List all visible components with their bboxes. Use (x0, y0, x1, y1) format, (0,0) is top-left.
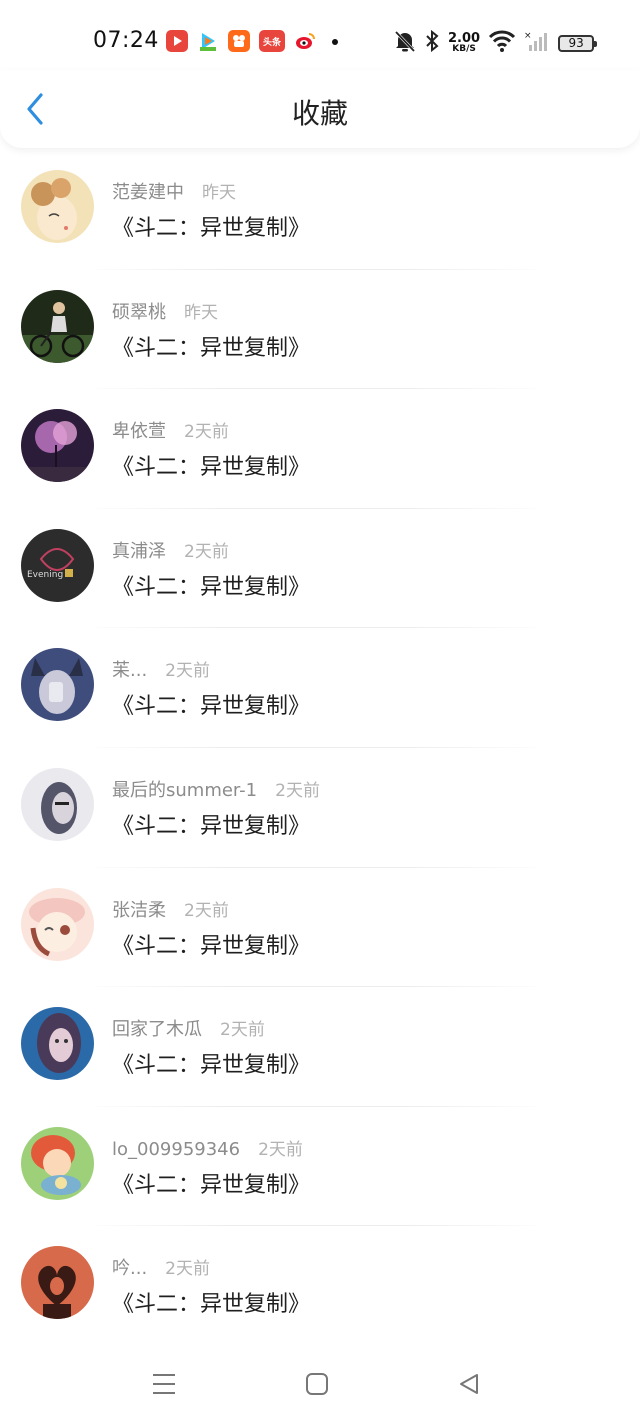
back-triangle-icon (457, 1372, 481, 1400)
list-item[interactable]: 最后的summer-1 2天前 《斗二：异世复制》 (0, 748, 640, 868)
list-item[interactable]: 吟... 2天前 《斗二：异世复制》 (0, 1226, 640, 1346)
user-name[interactable]: 卑依萱 (112, 417, 166, 443)
menu-button[interactable] (146, 1368, 182, 1404)
user-name[interactable]: 吟... (112, 1254, 147, 1280)
notification-dot (332, 39, 338, 45)
item-meta: 最后的summer-1 2天前 (112, 776, 320, 802)
list-item[interactable]: 张洁柔 2天前 《斗二：异世复制》 (0, 868, 640, 988)
home-icon (305, 1372, 329, 1400)
user-name[interactable]: 真浦泽 (112, 537, 166, 563)
avatar[interactable]: Evening (21, 528, 94, 602)
user-name[interactable]: 苿... (112, 656, 147, 682)
favorite-title[interactable]: 《斗二：异世复制》 (112, 808, 310, 840)
network-speed-unit: KB/S (452, 44, 476, 54)
mute-bell-icon (394, 29, 416, 57)
avatar[interactable] (21, 1246, 94, 1320)
item-meta: 硕翠桃 昨天 (112, 298, 218, 324)
item-meta: 卑依萱 2天前 (112, 417, 229, 443)
wifi-icon (488, 29, 516, 57)
svg-text:×: × (524, 31, 532, 41)
bluetooth-icon (424, 29, 440, 57)
time-ago: 2天前 (184, 900, 229, 921)
time-ago: 2天前 (184, 422, 229, 443)
favorite-title[interactable]: 《斗二：异世复制》 (112, 1047, 310, 1079)
battery-level: 93 (568, 36, 584, 50)
menu-icon (151, 1372, 177, 1400)
time-ago: 昨天 (184, 302, 218, 323)
favorite-title[interactable]: 《斗二：异世复制》 (112, 210, 310, 242)
favorites-list: 范姜建中 昨天 《斗二：异世复制》 硕翠桃 昨天 《斗二：异世复制》 卑依萱 2… (0, 150, 640, 1346)
list-item[interactable]: 硕翠桃 昨天 《斗二：异世复制》 (0, 270, 640, 390)
nav-back-button[interactable] (451, 1368, 487, 1404)
favorite-title[interactable]: 《斗二：异世复制》 (112, 330, 310, 362)
page-header: 收藏 (0, 70, 640, 148)
list-item[interactable]: 范姜建中 昨天 《斗二：异世复制》 (0, 150, 640, 270)
user-name[interactable]: 最后的summer-1 (112, 776, 257, 802)
kuaishou-icon (228, 30, 250, 52)
avatar[interactable] (21, 409, 94, 483)
user-name[interactable]: 张洁柔 (112, 896, 166, 922)
favorite-title[interactable]: 《斗二：异世复制》 (112, 569, 310, 601)
time-ago: 2天前 (220, 1020, 265, 1041)
list-item[interactable]: Evening 真浦泽 2天前 《斗二：异世复制》 (0, 509, 640, 629)
avatar[interactable] (21, 1007, 94, 1081)
list-item[interactable]: 回家了木瓜 2天前 《斗二：异世复制》 (0, 987, 640, 1107)
time-ago: 昨天 (202, 183, 236, 203)
page-title: 收藏 (291, 97, 348, 130)
network-speed: 2.00 KB/S (448, 32, 480, 54)
cellular-signal-icon: × (524, 29, 550, 57)
time-ago: 2天前 (165, 661, 210, 682)
favorite-title[interactable]: 《斗二：异世复制》 (112, 1286, 310, 1318)
time-ago: 2天前 (275, 780, 320, 801)
item-meta: 张洁柔 2天前 (112, 896, 229, 922)
avatar[interactable] (21, 1126, 94, 1200)
avatar[interactable] (21, 170, 94, 243)
home-button[interactable] (299, 1368, 335, 1404)
item-meta: 苿... 2天前 (112, 656, 210, 682)
user-name[interactable]: 范姜建中 (112, 178, 184, 204)
tencent-video-icon (197, 30, 219, 52)
battery-indicator: 93 (558, 34, 598, 52)
item-meta: 范姜建中 昨天 (112, 178, 236, 204)
avatar[interactable] (21, 648, 94, 722)
status-time: 07:24 (93, 28, 159, 53)
avatar[interactable] (21, 767, 94, 841)
list-item[interactable]: lo_009959346 2天前 《斗二：异世复制》 (0, 1107, 640, 1227)
item-meta: 回家了木瓜 2天前 (112, 1015, 265, 1041)
avatar[interactable] (21, 289, 94, 363)
system-nav-bar (0, 1350, 640, 1422)
toutiao-icon: 头条 (259, 30, 285, 52)
notification-app-icons: 头条 (166, 30, 316, 52)
list-item[interactable]: 卑依萱 2天前 《斗二：异世复制》 (0, 389, 640, 509)
avatar[interactable] (21, 887, 94, 961)
list-item[interactable]: 苿... 2天前 《斗二：异世复制》 (0, 628, 640, 748)
time-ago: 2天前 (184, 541, 229, 562)
time-ago: 2天前 (165, 1259, 210, 1280)
video-app-icon (166, 30, 188, 52)
item-meta: lo_009959346 2天前 (112, 1135, 303, 1160)
favorite-title[interactable]: 《斗二：异世复制》 (112, 688, 310, 720)
item-meta: 吟... 2天前 (112, 1254, 210, 1280)
weibo-icon (294, 30, 316, 52)
time-ago: 2天前 (258, 1139, 303, 1160)
system-icons: 2.00 KB/S × 93 (394, 29, 598, 57)
favorite-title[interactable]: 《斗二：异世复制》 (112, 928, 310, 960)
user-name[interactable]: 回家了木瓜 (112, 1015, 202, 1041)
user-name[interactable]: lo_009959346 (112, 1139, 240, 1160)
favorite-title[interactable]: 《斗二：异世复制》 (112, 1167, 310, 1199)
svg-text:Evening: Evening (27, 570, 63, 580)
user-name[interactable]: 硕翠桃 (112, 298, 166, 324)
item-meta: 真浦泽 2天前 (112, 537, 229, 563)
favorite-title[interactable]: 《斗二：异世复制》 (112, 449, 310, 481)
